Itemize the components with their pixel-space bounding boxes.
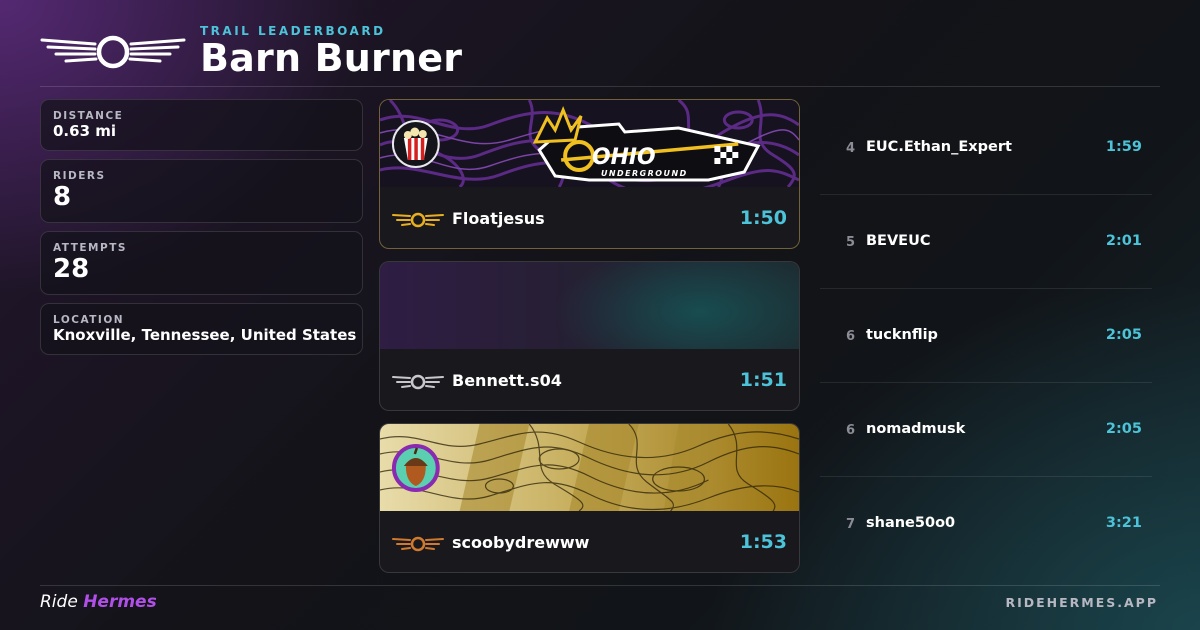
bronze-medal-icon — [392, 536, 444, 552]
leaderboard-time: 3:21 — [1105, 515, 1142, 531]
footer-ride-text: Ride — [40, 592, 78, 612]
rider-name: scoobydrewww — [452, 533, 590, 552]
leaderboard-rank: 5 — [846, 235, 856, 250]
leaderboard-name: EUC.Ethan_Expert — [866, 139, 1012, 155]
stat-label: LOCATION — [53, 314, 125, 326]
footer-brand-name: Hermes — [83, 592, 157, 612]
rider-time: 1:53 — [739, 531, 787, 553]
rider-name: Bennett.s04 — [452, 371, 562, 390]
podium-card-second[interactable]: Bennett.s04 1:51 — [379, 261, 800, 411]
stat-value: 0.63 mi — [53, 122, 117, 140]
stat-riders: RIDERS 8 — [40, 159, 363, 223]
stat-label: DISTANCE — [53, 110, 124, 122]
footer-brand: Ride Hermes — [40, 592, 157, 612]
footer-divider — [40, 585, 1160, 586]
stat-value: 28 — [53, 254, 90, 284]
gold-medal-icon — [392, 212, 444, 228]
banner-logo-text: OHIO — [592, 145, 656, 170]
page-title: Barn Burner — [200, 36, 463, 80]
stat-location: LOCATION Knoxville, Tennessee, United St… — [40, 303, 363, 355]
hermes-logo-icon — [40, 35, 186, 69]
leaderboard-name: shane50o0 — [866, 515, 956, 531]
leaderboard-row[interactable]: 6 tucknflip 2:05 — [820, 289, 1152, 383]
rider-banner-ohio-underground: OHIO UNDERGROUND — [380, 100, 799, 187]
stat-attempts: ATTEMPTS 28 — [40, 231, 363, 295]
stat-distance: DISTANCE 0.63 mi — [40, 99, 363, 151]
rider-banner-default — [380, 262, 799, 349]
page-header: TRAIL LEADERBOARD Barn Burner — [40, 22, 1160, 86]
leaderboard-row[interactable]: 6 nomadmusk 2:05 — [820, 383, 1152, 477]
leaderboard-time: 2:01 — [1105, 233, 1142, 249]
rider-banner-gold-topo — [380, 424, 799, 511]
leaderboard-name: tucknflip — [866, 327, 938, 343]
stat-value: Knoxville, Tennessee, United States — [53, 326, 357, 344]
podium-card-first[interactable]: OHIO UNDERGROUND Floatjesus 1:50 — [379, 99, 800, 249]
header-divider — [40, 86, 1160, 87]
popcorn-icon — [391, 120, 440, 168]
leaderboard-name: BEVEUC — [866, 233, 931, 249]
silver-medal-icon — [392, 374, 444, 390]
leaderboard-rank: 4 — [846, 141, 856, 156]
leaderboard-time: 2:05 — [1105, 421, 1142, 437]
stat-value: 8 — [53, 182, 72, 212]
acorn-icon — [391, 444, 440, 492]
leaderboard-row[interactable]: 5 BEVEUC 2:01 — [820, 195, 1152, 289]
leaderboard-row[interactable]: 4 EUC.Ethan_Expert 1:59 — [820, 101, 1152, 195]
leaderboard-time: 1:59 — [1105, 139, 1142, 155]
leaderboard-rank: 7 — [846, 517, 856, 532]
leaderboard-name: nomadmusk — [866, 421, 966, 437]
leaderboard-row[interactable]: 7 shane50o0 3:21 — [820, 477, 1152, 571]
rider-time: 1:50 — [739, 207, 787, 229]
podium-card-third[interactable]: scoobydrewww 1:53 — [379, 423, 800, 573]
rider-name: Floatjesus — [452, 209, 545, 228]
stat-label: ATTEMPTS — [53, 242, 127, 254]
leaderboard-time: 2:05 — [1105, 327, 1142, 343]
banner-logo-subtext: UNDERGROUND — [601, 169, 688, 178]
rider-time: 1:51 — [739, 369, 787, 391]
stat-label: RIDERS — [53, 170, 106, 182]
leaderboard-rank: 6 — [846, 423, 856, 438]
leaderboard-rank: 6 — [846, 329, 856, 344]
footer-url-link[interactable]: RIDEHERMES.APP — [1005, 595, 1158, 610]
